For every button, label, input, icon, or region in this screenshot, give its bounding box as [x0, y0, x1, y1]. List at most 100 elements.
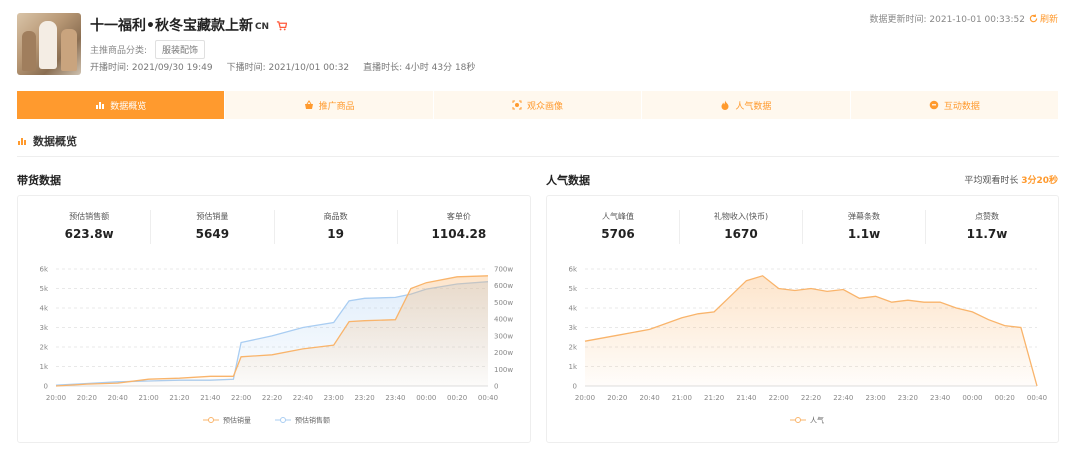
divider: [17, 156, 1059, 157]
sales-card: 预估销售额 623.8w 预估销量 5649 商品数 19 客单价 1104.28 01…: [17, 195, 531, 443]
y-tick-label: 5k: [39, 285, 48, 293]
category-label: 主推商品分类:: [90, 46, 148, 56]
x-tick-label: 22:00: [769, 394, 789, 402]
legend-marker: [280, 417, 286, 423]
y-tick-label: 3k: [568, 324, 577, 332]
update-info: 数据更新时间: 2021-10-01 00:33:52 刷新: [869, 12, 1058, 25]
x-tick-label: 23:40: [930, 394, 950, 402]
y-tick-label: 0: [573, 383, 577, 391]
y-tick-label: 1k: [568, 363, 577, 371]
x-tick-label: 21:00: [672, 394, 692, 402]
section-title: 数据概览: [17, 133, 77, 149]
legend-marker: [795, 417, 801, 423]
series-area: [585, 275, 1037, 386]
x-tick-label: 23:00: [865, 394, 885, 402]
x-tick-label: 21:20: [704, 394, 724, 402]
chat-icon: [929, 100, 939, 110]
y-tick-label: 6k: [568, 266, 577, 274]
y2-tick-label: 200w: [494, 349, 513, 357]
tab-label: 人气数据: [735, 101, 772, 112]
y2-tick-label: 100w: [494, 366, 513, 374]
tab-overview[interactable]: 数据概览: [17, 91, 226, 119]
x-tick-label: 23:20: [354, 394, 374, 402]
tab-audience[interactable]: 观众画像: [434, 91, 643, 119]
y-tick-label: 4k: [39, 305, 48, 313]
live-thumbnail[interactable]: [17, 13, 81, 75]
refresh-button[interactable]: 刷新: [1029, 12, 1058, 25]
time-row: 开播时间: 2021/09/30 19:49 下播时间: 2021/10/01 …: [90, 60, 475, 73]
duration: 直播时长: 4小时 43分 18秒: [363, 63, 476, 73]
live-title: 十一福利•秋冬宝藏款上新 CN: [90, 15, 288, 35]
x-tick-label: 20:00: [46, 394, 66, 402]
end-time: 下播时间: 2021/10/01 00:32: [226, 63, 350, 73]
x-tick-label: 00:40: [478, 394, 498, 402]
legend-label: 人气: [810, 416, 824, 425]
tab-products[interactable]: 推广商品: [225, 91, 434, 119]
y-tick-label: 5k: [568, 285, 577, 293]
sales-panel-title: 带货数据: [17, 174, 61, 187]
legend-label: 预估销售额: [295, 416, 330, 425]
category-tag: 服装配饰: [155, 40, 206, 59]
y2-tick-label: 700w: [494, 266, 513, 274]
tab-label: 观众画像: [527, 101, 564, 112]
tab-label: 推广商品: [318, 101, 355, 112]
popularity-card: 人气峰值 5706 礼物收入(快币) 1670 弹幕条数 1.1w 点赞数 11.7w …: [546, 195, 1059, 443]
avg-watch-value: 3分20秒: [1021, 176, 1058, 186]
tab-popularity[interactable]: 人气数据: [642, 91, 851, 119]
x-tick-label: 22:00: [231, 394, 251, 402]
x-tick-label: 23:00: [324, 394, 344, 402]
y2-tick-label: 600w: [494, 282, 513, 290]
y-tick-label: 0: [44, 383, 48, 391]
y-tick-label: 2k: [568, 344, 577, 352]
y-tick-label: 2k: [39, 344, 48, 352]
refresh-label: 刷新: [1039, 15, 1058, 25]
x-tick-label: 22:40: [293, 394, 313, 402]
x-tick-label: 00:00: [416, 394, 436, 402]
legend-label: 预估销量: [223, 416, 251, 425]
x-tick-label: 20:40: [108, 394, 128, 402]
avg-watch-label: 平均观看时长: [964, 176, 1019, 186]
x-tick-label: 22:20: [262, 394, 282, 402]
x-tick-label: 21:40: [736, 394, 756, 402]
update-time: 数据更新时间: 2021-10-01 00:33:52: [869, 15, 1025, 25]
popularity-chart[interactable]: 0 1k 2k 3k 4k 5k 6k 20:00 20:20 20:40 21:00 21:20 21…: [547, 196, 1060, 444]
x-tick-label: 20:20: [607, 394, 627, 402]
x-tick-label: 21:40: [200, 394, 220, 402]
refresh-icon: [1029, 14, 1038, 23]
y2-tick-label: 300w: [494, 332, 513, 340]
y-tick-label: 4k: [568, 305, 577, 313]
category-row: 主推商品分类: 服装配饰: [90, 40, 206, 59]
cart-icon[interactable]: [276, 20, 288, 31]
series-area: [56, 275, 488, 386]
x-tick-label: 20:20: [77, 394, 97, 402]
y2-tick-label: 500w: [494, 299, 513, 307]
basket-icon: [304, 100, 313, 109]
bar-chart-icon: [96, 102, 105, 109]
x-tick-label: 21:00: [138, 394, 158, 402]
tab-label: 数据概览: [110, 101, 147, 112]
title-suffix: CN: [254, 21, 270, 32]
y-tick-label: 3k: [39, 324, 48, 332]
x-tick-label: 00:00: [962, 394, 982, 402]
sales-chart[interactable]: 0 1k 2k 3k 4k 5k 6k 0 100w 200w 300w 400w 500w 600w 70…: [18, 196, 532, 444]
y2-tick-label: 0: [494, 383, 498, 391]
avg-watch-time: 平均观看时长 3分20秒: [964, 173, 1058, 186]
x-tick-label: 23:40: [385, 394, 405, 402]
start-time: 开播时间: 2021/09/30 19:49: [90, 63, 213, 73]
x-tick-label: 21:20: [169, 394, 189, 402]
live-title-text: 十一福利•秋冬宝藏款上新: [90, 18, 253, 34]
tab-bar: 数据概览 推广商品 观众画像 人气数据 互动数据: [17, 91, 1060, 119]
y2-tick-label: 400w: [494, 316, 513, 324]
x-tick-label: 22:20: [801, 394, 821, 402]
x-tick-label: 00:20: [995, 394, 1015, 402]
fire-icon: [721, 100, 729, 110]
tab-interaction[interactable]: 互动数据: [851, 91, 1060, 119]
x-tick-label: 20:40: [639, 394, 659, 402]
x-tick-label: 00:40: [1027, 394, 1047, 402]
x-tick-label: 20:00: [575, 394, 595, 402]
x-tick-label: 22:40: [833, 394, 853, 402]
y-tick-label: 1k: [39, 363, 48, 371]
x-tick-label: 23:20: [898, 394, 918, 402]
x-tick-label: 00:20: [447, 394, 467, 402]
scan-face-icon: [512, 100, 522, 110]
